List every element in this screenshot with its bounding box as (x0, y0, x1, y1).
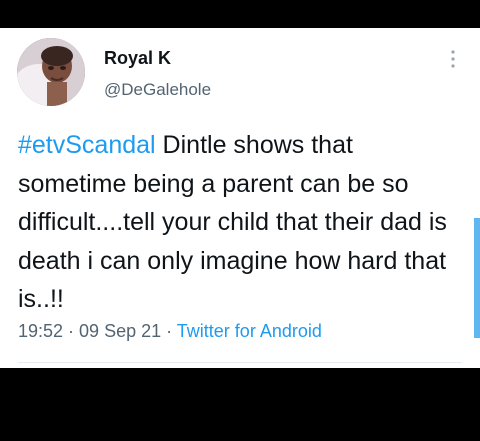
tweet-text: #etvScandal Dintle shows that sometime b… (18, 126, 458, 319)
tweet-meta: 19:52 · 09 Sep 21 · Twitter for Android (18, 319, 322, 343)
meta-separator: · (63, 321, 80, 341)
meta-separator: · (161, 321, 177, 341)
more-options-icon[interactable] (445, 48, 461, 70)
author-handle[interactable]: @DeGalehole (104, 78, 211, 102)
tweet-time[interactable]: 19:52 (18, 321, 63, 341)
avatar[interactable] (17, 38, 85, 106)
author-display-name[interactable]: Royal K (104, 46, 171, 70)
hashtag-link[interactable]: #etvScandal (18, 131, 156, 159)
tweet-date[interactable]: 09 Sep 21 (79, 321, 161, 341)
scrollbar[interactable] (474, 218, 480, 338)
divider (18, 362, 462, 363)
tweet-source-link[interactable]: Twitter for Android (177, 321, 322, 341)
avatar-photo (17, 38, 85, 106)
tweet-card: Royal K @DeGalehole #etvScandal Dintle s… (0, 28, 480, 368)
